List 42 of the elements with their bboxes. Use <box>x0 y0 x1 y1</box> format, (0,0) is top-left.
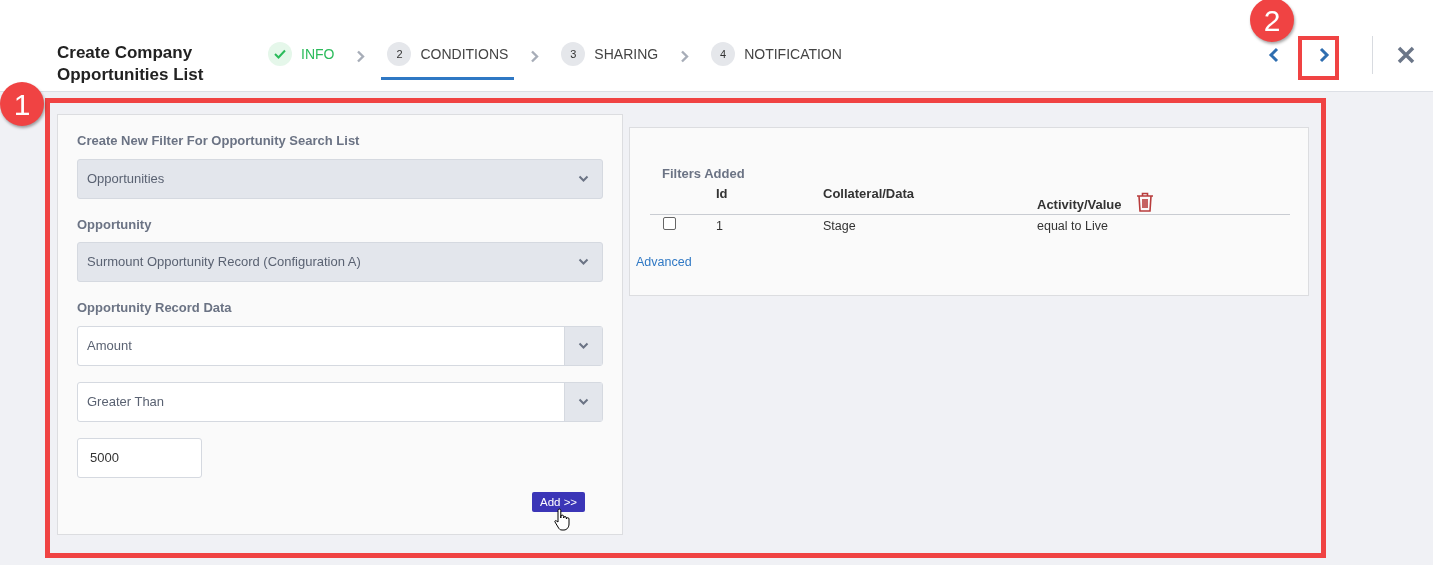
hand-cursor-icon <box>554 508 570 531</box>
select-field[interactable]: Greater Than <box>77 381 603 422</box>
caret-icon <box>578 397 589 406</box>
step-label: CONDITIONS <box>420 44 509 64</box>
add-button[interactable]: Add >> <box>532 492 586 512</box>
column-header: Activity/Value <box>1037 196 1122 212</box>
chevron-right-icon <box>1318 47 1330 63</box>
step-label: SHARING <box>594 44 659 64</box>
chevron-right-icon <box>530 49 540 63</box>
step-label: INFO <box>301 44 335 64</box>
step-number: 3 <box>561 42 586 66</box>
step-label: NOTIFICATION <box>744 44 842 64</box>
caret-icon <box>577 258 589 266</box>
column-header: Collateral/Data <box>823 185 915 201</box>
trash-icon[interactable] <box>1135 191 1154 212</box>
check-icon <box>268 42 292 66</box>
wizard-step-tab[interactable]: 3 SHARING <box>555 32 665 80</box>
column-header: Id <box>716 185 728 201</box>
chevron-right-icon <box>680 49 690 63</box>
wizard-step-tab[interactable]: 4 NOTIFICATION <box>705 32 848 80</box>
caret-icon <box>578 341 589 350</box>
field-label: Opportunity <box>77 215 153 234</box>
table-cell: 1 <box>716 219 723 233</box>
section-title: Filters Added <box>662 165 746 183</box>
input-field[interactable]: 5000 <box>77 437 202 478</box>
chevron-left-icon <box>1268 47 1280 63</box>
table-cell: Stage <box>823 219 856 233</box>
page-title: Create Company Opportunities List <box>57 42 205 86</box>
select-field[interactable]: Amount <box>77 325 603 366</box>
step-number: 2 <box>387 42 412 66</box>
close-icon <box>1397 46 1415 64</box>
field-label: Create New Filter For Opportunity Search List <box>77 132 361 150</box>
field-label: Opportunity Record Data <box>77 299 233 317</box>
chevron-right-icon <box>356 49 366 63</box>
step-number: 4 <box>711 42 736 66</box>
caret-icon <box>577 174 589 183</box>
table-cell: equal to Live <box>1037 219 1108 233</box>
advanced-link[interactable]: Advanced <box>636 252 692 272</box>
callout-number: 1 <box>0 82 44 126</box>
annotation-frame <box>1298 36 1339 80</box>
row-checkbox[interactable] <box>663 217 676 230</box>
wizard-step-tab[interactable]: 2 CONDITIONS <box>381 32 515 80</box>
